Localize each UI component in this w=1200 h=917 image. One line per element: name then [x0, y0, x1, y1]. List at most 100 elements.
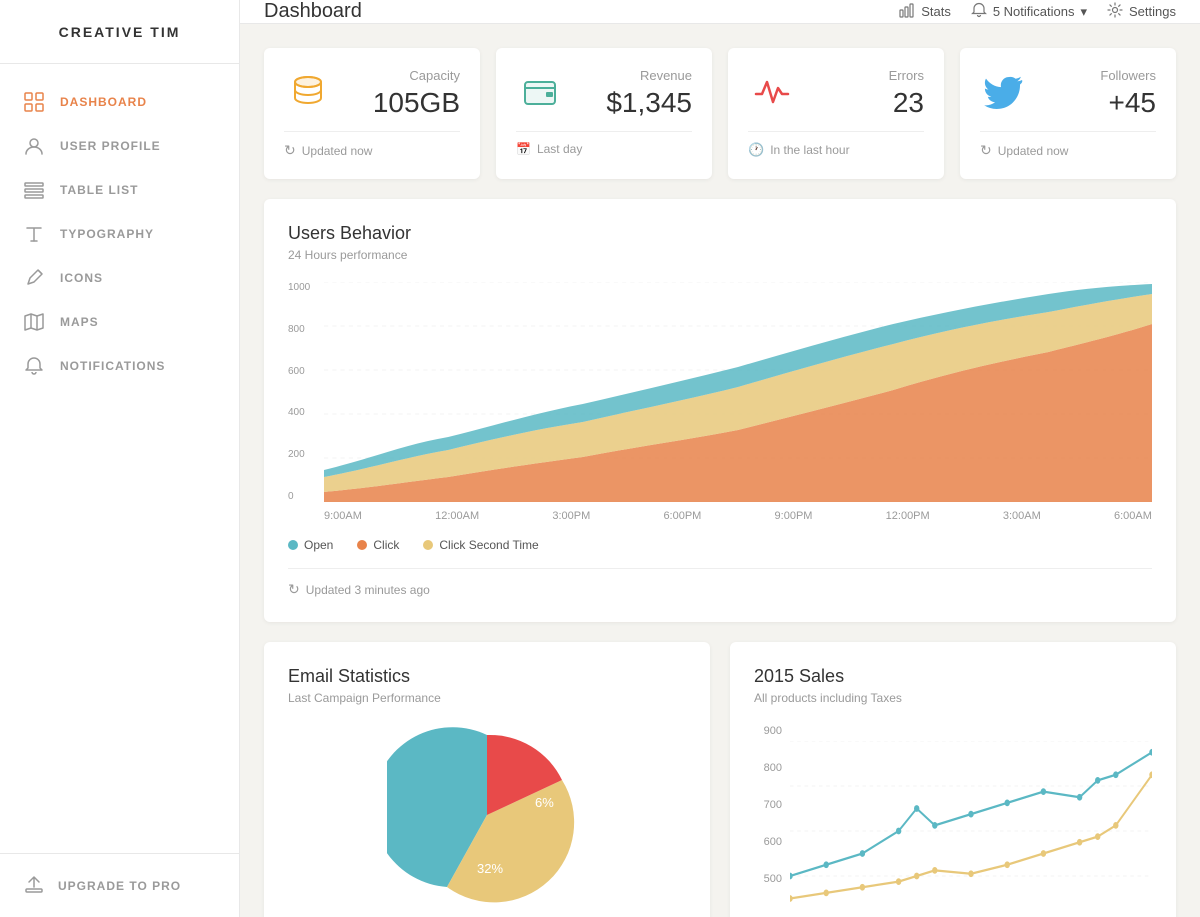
svg-text:6%: 6%: [535, 795, 554, 810]
followers-value: +45: [1044, 87, 1156, 119]
legend-open: Open: [288, 538, 333, 552]
sidebar-item-typography[interactable]: Typography: [0, 212, 239, 256]
sidebar-item-label: Table List: [60, 183, 138, 197]
sidebar-item-label: Icons: [60, 271, 103, 285]
header: Dashboard Stats: [240, 0, 1200, 24]
revenue-value: $1,345: [580, 87, 692, 119]
main-content: Dashboard Stats: [240, 0, 1200, 917]
pulse-icon: [748, 68, 796, 116]
y-label: 0: [288, 491, 324, 502]
sales-card: 2015 Sales All products including Taxes …: [730, 642, 1176, 917]
chart-subtitle: 24 Hours performance: [288, 248, 1152, 262]
twitter-icon: [980, 68, 1028, 116]
pie-chart: 6% 32%: [288, 725, 686, 905]
sidebar-item-dashboard[interactable]: Dashboard: [0, 80, 239, 124]
x-axis-labels: 9:00AM 12:00AM 3:00PM 6:00PM 9:00PM 12:0…: [324, 510, 1152, 522]
legend-dot-click2: [423, 540, 433, 550]
settings-button[interactable]: Settings: [1107, 2, 1176, 21]
y-label: 500: [754, 873, 782, 885]
x-label: 3:00AM: [1003, 510, 1041, 522]
chevron-down-icon: ▾: [1080, 4, 1087, 20]
x-label: 3:00PM: [552, 510, 590, 522]
stat-card-capacity: Capacity 105GB ↻ Updated now: [264, 48, 480, 179]
sidebar-item-icons[interactable]: Icons: [0, 256, 239, 300]
y-label: 400: [288, 407, 324, 418]
legend-dot-click: [357, 540, 367, 550]
legend-click2: Click Second Time: [423, 538, 538, 552]
area-chart: [324, 282, 1152, 502]
errors-label: Errors: [812, 68, 924, 83]
sidebar-item-label: Dashboard: [60, 95, 147, 109]
legend-click: Click: [357, 538, 399, 552]
stats-button[interactable]: Stats: [899, 2, 951, 21]
grid-icon: [24, 92, 44, 112]
y-label: 200: [288, 449, 324, 460]
refresh-icon: ↻: [284, 142, 296, 159]
notifications-button[interactable]: 5 Notifications ▾: [971, 2, 1087, 21]
clock-icon: 🕐: [748, 142, 764, 158]
x-label: 6:00AM: [1114, 510, 1152, 522]
y-label: 700: [754, 799, 782, 811]
email-stats-card: Email Statistics Last Campaign Performan…: [264, 642, 710, 917]
upgrade-label: Upgrade to Pro: [58, 879, 181, 893]
sidebar-item-table-list[interactable]: Table List: [0, 168, 239, 212]
email-title: Email Statistics: [288, 666, 686, 687]
stat-card-errors: Errors 23 🕐 In the last hour: [728, 48, 944, 179]
sidebar-item-label: Maps: [60, 315, 99, 329]
x-label: 9:00PM: [775, 510, 813, 522]
y-label: 800: [754, 762, 782, 774]
stats-row: Capacity 105GB ↻ Updated now: [264, 48, 1176, 179]
text-icon: [24, 224, 44, 244]
x-label: 9:00AM: [324, 510, 362, 522]
revenue-footer: 📅 Last day: [516, 131, 692, 156]
chart-title: Users Behavior: [288, 223, 1152, 244]
followers-label: Followers: [1044, 68, 1156, 83]
page-title: Dashboard: [264, 0, 883, 23]
sidebar-item-maps[interactable]: Maps: [0, 300, 239, 344]
database-icon: [284, 68, 332, 116]
sales-title: 2015 Sales: [754, 666, 1152, 687]
sidebar: CREATIVE TIM Dashboard User Profile: [0, 0, 240, 917]
sidebar-item-label: Notifications: [60, 359, 165, 373]
sidebar-item-label: User Profile: [60, 139, 161, 153]
header-actions: Stats 5 Notifications ▾: [899, 2, 1176, 21]
wallet-icon: [516, 68, 564, 116]
refresh2-icon: ↻: [980, 142, 992, 159]
x-label: 12:00PM: [886, 510, 930, 522]
email-subtitle: Last Campaign Performance: [288, 691, 686, 705]
y-label: 600: [288, 366, 324, 377]
y-label: 800: [288, 324, 324, 335]
content: Capacity 105GB ↻ Updated now: [240, 24, 1200, 917]
stats-icon: [899, 2, 915, 21]
line-chart: [790, 741, 1152, 917]
y-label: 1000: [288, 282, 324, 293]
stat-card-followers: Followers +45 ↻ Updated now: [960, 48, 1176, 179]
x-label: 12:00AM: [435, 510, 479, 522]
errors-footer: 🕐 In the last hour: [748, 131, 924, 158]
sidebar-item-user-profile[interactable]: User Profile: [0, 124, 239, 168]
brand-logo: CREATIVE TIM: [0, 0, 239, 64]
stat-card-revenue: Revenue $1,345 📅 Last day: [496, 48, 712, 179]
sales-subtitle: All products including Taxes: [754, 691, 1152, 705]
nav-items: Dashboard User Profile Table List: [0, 64, 239, 853]
gear-icon: [1107, 2, 1123, 21]
refresh-chart-icon: ↻: [288, 581, 300, 598]
capacity-label: Capacity: [348, 68, 460, 83]
sidebar-item-notifications[interactable]: Notifications: [0, 344, 239, 388]
users-behavior-card: Users Behavior 24 Hours performance 1000…: [264, 199, 1176, 622]
errors-value: 23: [812, 87, 924, 119]
svg-text:32%: 32%: [477, 861, 503, 876]
chart-legend: Open Click Click Second Time: [288, 538, 1152, 552]
pencil-icon: [24, 268, 44, 288]
y-label: 600: [754, 836, 782, 848]
legend-dot-open: [288, 540, 298, 550]
capacity-footer: ↻ Updated now: [284, 131, 460, 159]
x-label: 6:00PM: [663, 510, 701, 522]
y-label: 900: [754, 725, 782, 737]
sidebar-item-label: Typography: [60, 227, 154, 241]
user-icon: [24, 136, 44, 156]
chart-footer: ↻ Updated 3 minutes ago: [288, 568, 1152, 598]
upgrade-button[interactable]: Upgrade to Pro: [0, 853, 239, 917]
table-icon: [24, 180, 44, 200]
revenue-label: Revenue: [580, 68, 692, 83]
